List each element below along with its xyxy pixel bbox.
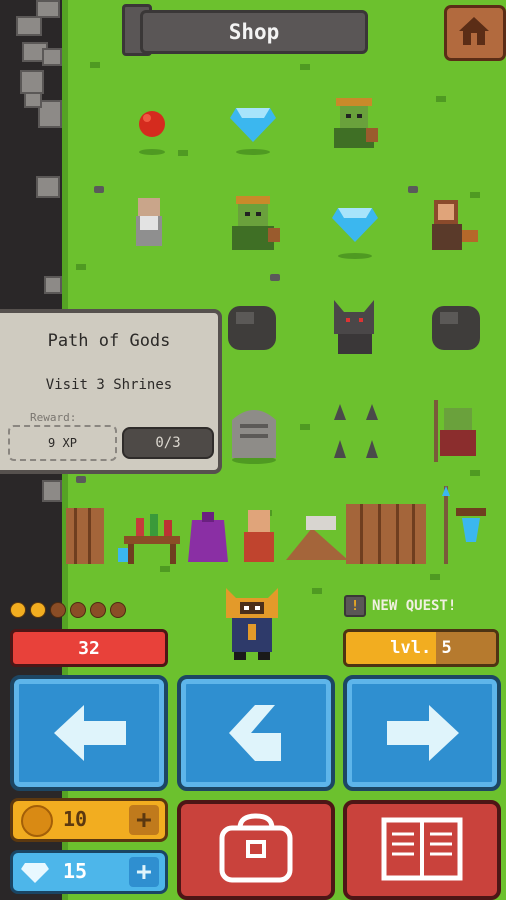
inventory-button[interactable] [177, 800, 335, 900]
spike-trap[interactable] [326, 400, 386, 464]
arrow-left-icon [54, 705, 126, 761]
goblin-warrior-enemy[interactable] [224, 194, 282, 258]
gems-counter: 15 + [10, 850, 168, 894]
shop-button[interactable]: Shop [140, 10, 368, 54]
quest-task: Visit 3 Shrines [45, 377, 173, 393]
add-gems-button[interactable]: + [129, 857, 159, 887]
turn-back-button[interactable] [177, 675, 335, 791]
backpack-icon [219, 813, 293, 883]
coins-value: 10 [63, 807, 88, 831]
quest-dot-empty [110, 602, 126, 618]
villager-woman-npc[interactable] [428, 196, 484, 258]
quest-dot-filled [30, 602, 46, 618]
turn-back-icon [229, 705, 281, 761]
quest-panel[interactable]: Path of Gods Visit 3 Shrines Reward: 9 X… [0, 309, 222, 474]
diamond-gem-item[interactable] [228, 98, 278, 158]
gems-value: 15 [63, 859, 88, 883]
blacksmith-anvil-shop[interactable] [282, 508, 352, 566]
quest-reward-label: Reward: [30, 411, 77, 424]
quest-reward-value: 9 XP [8, 425, 117, 461]
move-right-button[interactable] [343, 675, 501, 791]
player-knight [226, 588, 278, 660]
exclamation-icon: ! [344, 595, 366, 617]
add-coins-button[interactable]: + [129, 805, 159, 835]
arrow-right-icon [387, 705, 459, 761]
goblin-spearman-enemy[interactable] [428, 400, 484, 464]
red-orb-item[interactable] [134, 106, 170, 158]
wooden-fence-2 [346, 504, 426, 564]
level-value: lvl. 5 [390, 638, 452, 658]
new-quest-label: NEW QUEST! [372, 598, 457, 614]
gem-icon [21, 863, 49, 883]
journal-button[interactable] [343, 800, 501, 900]
book-icon [381, 817, 463, 881]
gravestone-shrine[interactable] [226, 402, 282, 466]
quest-dot-filled [10, 602, 26, 618]
level-bar: lvl. 5 [343, 629, 499, 667]
wizard-robe-shop[interactable] [186, 508, 230, 566]
boulder-obstacle-2[interactable] [426, 296, 486, 358]
coin-icon [21, 805, 53, 837]
diamond-gem-item-2[interactable] [330, 202, 380, 262]
potion-table-shop[interactable] [114, 508, 186, 566]
quest-progress-dots [8, 600, 138, 618]
shop-label: Shop [228, 20, 280, 44]
quest-dot-empty [70, 602, 86, 618]
old-hermit-npc[interactable] [128, 194, 170, 256]
home-icon [459, 17, 489, 45]
magic-staff-shop[interactable] [434, 486, 490, 566]
boulder-obstacle[interactable] [222, 296, 282, 358]
move-left-button[interactable] [10, 675, 168, 791]
health-bar: 32 [10, 629, 168, 667]
home-button[interactable] [444, 5, 506, 61]
coins-counter: 10 + [10, 798, 168, 842]
wooden-fence [66, 508, 104, 564]
goblin-merchant-enemy[interactable] [326, 94, 382, 156]
health-value: 32 [78, 637, 100, 659]
quest-title: Path of Gods [47, 331, 171, 351]
black-wolf-enemy[interactable] [326, 294, 382, 358]
bald-villager-npc[interactable] [238, 508, 280, 566]
quest-dot-empty [90, 602, 106, 618]
new-quest-notice[interactable]: ! NEW QUEST! [344, 595, 456, 617]
quest-progress: 0/3 [122, 427, 214, 459]
quest-dot-empty [50, 602, 66, 618]
